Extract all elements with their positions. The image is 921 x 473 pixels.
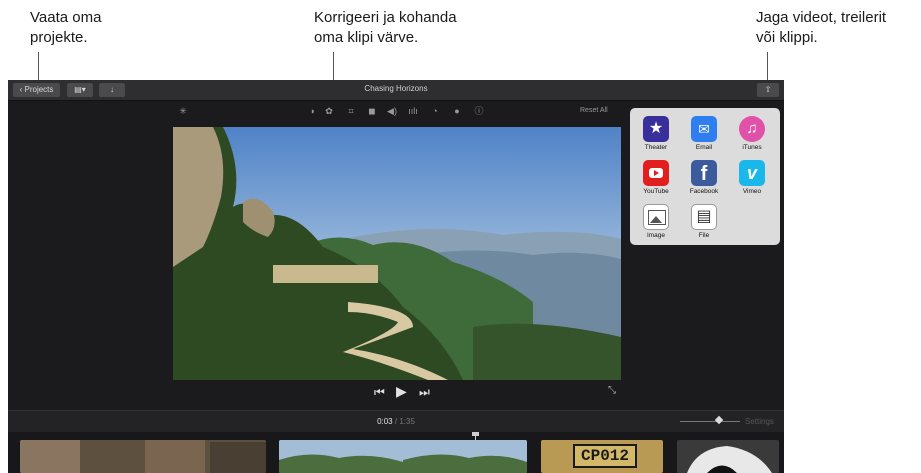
clip-rock[interactable] [677, 440, 779, 473]
callout-projects: Vaata oma projekte. [30, 9, 102, 46]
timeline-clips: CP012 [8, 432, 784, 473]
star-icon: ★ [643, 116, 669, 142]
film-icon: ▤ [691, 204, 717, 230]
image-icon [643, 204, 669, 230]
imovie-window: ‹ Projects ▤▾ ↓ Chasing Horizons ⇧ ✳ ◑ ✿… [8, 80, 784, 473]
timeline-header: 0:03 / 1:35 Settings [8, 410, 784, 433]
clip-license-plate[interactable]: CP012 [541, 440, 663, 473]
share-button[interactable]: ⇧ [757, 83, 779, 97]
clip-mountains[interactable] [279, 440, 527, 473]
volume-icon[interactable]: ◀) [387, 106, 397, 116]
clip-village[interactable] [20, 440, 266, 473]
callout-adjust: Korrigeeri ja kohanda oma klipi värve. [314, 9, 457, 46]
share-item-itunes[interactable]: ♫ iTunes [732, 116, 772, 151]
clip-thumbnail [20, 440, 266, 473]
facebook-icon: f [691, 160, 717, 186]
callout-line-projects [38, 52, 39, 82]
stabilization-camera-icon[interactable]: ◼ [367, 106, 377, 116]
share-item-facebook[interactable]: f Facebook [684, 160, 724, 195]
clip-thumbnail [279, 440, 527, 473]
color-balance-icon[interactable]: ◑ [307, 106, 317, 116]
clip-thumbnail [677, 440, 779, 473]
share-item-image[interactable]: Image [636, 204, 676, 239]
share-item-theater[interactable]: ★ Theater [636, 116, 676, 151]
color-correction-icon[interactable]: ✿ [324, 106, 334, 116]
skip-back-icon[interactable]: ⏮ [374, 385, 385, 400]
timecode: 0:03 / 1:35 [377, 417, 415, 426]
magic-wand-icon[interactable]: ✳ [178, 106, 188, 116]
settings-button[interactable]: Settings [745, 417, 774, 426]
zoom-slider-track[interactable] [680, 421, 740, 422]
callout-line-share [767, 52, 768, 83]
vimeo-icon: v [739, 160, 765, 186]
plate-text: CP012 [573, 444, 637, 468]
play-icon[interactable]: ▶ [396, 383, 407, 400]
skip-forward-icon[interactable]: ⏭ [419, 385, 430, 400]
video-viewer[interactable] [173, 127, 621, 380]
music-note-icon: ♫ [739, 116, 765, 142]
playhead-handle[interactable] [472, 432, 479, 436]
top-toolbar: ‹ Projects ▤▾ ↓ Chasing Horizons ⇧ [8, 80, 784, 101]
share-item-vimeo[interactable]: v Vimeo [732, 160, 772, 195]
envelope-icon: ✉ [691, 116, 717, 142]
info-icon[interactable]: ⓘ [474, 106, 484, 116]
window-title: Chasing Horizons [364, 84, 428, 93]
share-item-youtube[interactable]: YouTube [636, 160, 676, 195]
filter-icon[interactable]: ● [452, 106, 462, 116]
landscape-frame [173, 127, 621, 380]
share-icon: ⇧ [764, 85, 772, 94]
equalizer-icon[interactable]: ıılı [408, 106, 418, 116]
crop-icon[interactable]: ⌗ [346, 106, 356, 116]
fullscreen-icon[interactable]: ⤡ [608, 385, 616, 396]
speed-icon[interactable]: ◔ [430, 106, 440, 116]
share-popover: ★ Theater ✉ Email ♫ iTunes YouTube f Fac… [630, 108, 780, 245]
youtube-icon [643, 160, 669, 186]
callout-share: Jaga videot, treilerit või klippi. [756, 9, 887, 46]
share-item-email[interactable]: ✉ Email [684, 116, 724, 151]
share-item-file[interactable]: ▤ File [684, 204, 724, 239]
reset-all-button[interactable]: Reset All [580, 107, 608, 114]
